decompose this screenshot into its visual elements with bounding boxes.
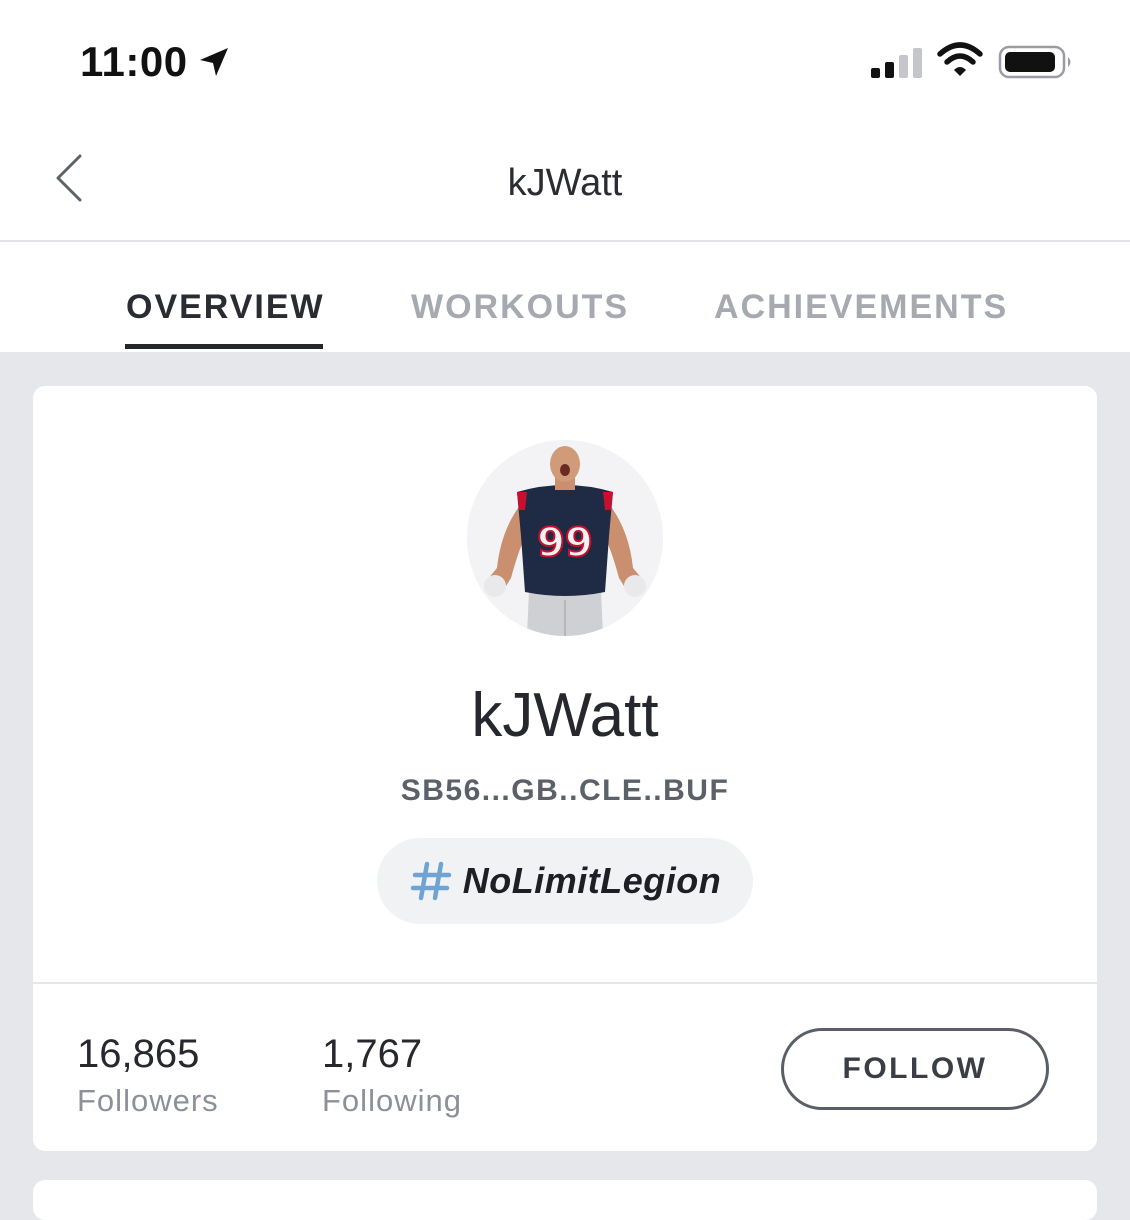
followers-stat[interactable]: 16,865 Followers [77,1032,219,1119]
followers-count: 16,865 [77,1032,200,1076]
status-time: 11:00 [80,38,188,85]
header-area: 11:00 kJWatt OVERVIEW WORKOUTS ACHIEVEME… [0,0,1130,352]
hashtag-chip[interactable]: NoLimitLegion [377,838,753,924]
battery-icon [998,45,1071,79]
tab-workouts[interactable]: WORKOUTS [411,288,629,327]
page-title: kJWatt [507,162,623,204]
wifi-icon [937,42,983,76]
tab-overview[interactable]: OVERVIEW [126,288,325,327]
tab-achievements[interactable]: ACHIEVEMENTS [714,288,1008,327]
tab-bar: OVERVIEW WORKOUTS ACHIEVEMENTS [0,242,1130,352]
status-bar: 11:00 [0,0,1130,120]
card-divider [33,982,1097,984]
cellular-signal-icon [871,48,922,78]
navigation-bar: kJWatt [0,120,1130,242]
display-name: kJWatt [471,681,659,750]
next-card [33,1180,1097,1220]
following-stat[interactable]: 1,767 Following [322,1032,462,1119]
location-arrow-icon [200,48,228,76]
hashtag-label: NoLimitLegion [462,860,722,901]
profile-bio: SB56...GB..CLE..BUF [400,774,730,807]
athlete-photo: 99 [467,440,663,636]
avatar[interactable]: 99 [467,440,663,636]
jersey-number: 99 [537,520,593,566]
followers-label: Followers [77,1083,219,1118]
active-tab-indicator [125,344,323,349]
following-count: 1,767 [322,1032,423,1076]
following-label: Following [322,1083,462,1118]
hashtag-icon [410,861,452,901]
follow-button[interactable]: FOLLOW [781,1028,1049,1110]
profile-card: 99 kJWatt SB56...GB..CLE..BUF NoLimitLeg… [33,386,1097,1151]
